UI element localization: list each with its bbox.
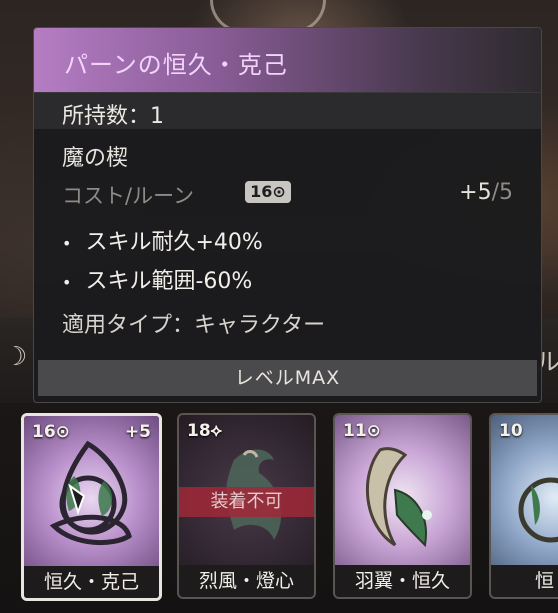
effect-item: • スキル範囲-60% — [62, 263, 252, 295]
card-name: 恒久・克己 — [24, 566, 159, 598]
cost-current: +5 — [459, 180, 492, 205]
rune-art: 16⊙ +5 — [24, 416, 159, 566]
effect-item: • スキル耐久+40% — [62, 224, 263, 256]
effect-text: スキル範囲-60% — [85, 269, 253, 294]
owned-count-row: 所持数：1 — [34, 92, 541, 129]
level-bar: レベルMAX — [38, 360, 537, 396]
card-cost: 11⊙ — [343, 421, 381, 441]
rune-card[interactable]: 10 恒 — [489, 413, 558, 599]
rune-art: 18⟡ 装着不可 — [179, 415, 314, 565]
cost-label: コスト/ルーン — [62, 184, 195, 208]
rune-card[interactable]: 11⊙ 羽翼・恒久 — [333, 413, 472, 599]
effect-text: スキル耐久+40% — [85, 230, 263, 255]
cost-badge: 16⊙ — [245, 181, 291, 203]
tooltip-header: パーンの恒久・克己 — [34, 28, 541, 92]
card-cost: 16⊙ — [32, 422, 70, 442]
card-enhance-level: +5 — [124, 422, 151, 442]
card-name: 恒 — [491, 565, 558, 597]
apply-type: 適用タイプ：キャラクター — [62, 313, 326, 338]
card-name: 烈風・燈心 — [179, 565, 314, 597]
rune-category: 魔の楔 — [62, 146, 129, 171]
cannot-equip-banner: 装着不可 — [179, 487, 314, 517]
owned-count: 所持数：1 — [62, 104, 164, 129]
rune-card[interactable]: 16⊙ +5 恒久・克己 — [21, 413, 162, 601]
bullet-icon: • — [62, 273, 72, 292]
cost-value: +5/5 — [459, 180, 513, 205]
card-name: 羽翼・恒久 — [335, 565, 470, 597]
moon-icon: ☽ — [4, 342, 28, 372]
rune-art: 10 — [491, 415, 558, 565]
rune-tooltip: パーンの恒久・克己 所持数：1 魔の楔 コスト/ルーン 16⊙ +5/5 • スキ… — [33, 27, 542, 403]
rune-art: 11⊙ — [335, 415, 470, 565]
bullet-icon: • — [62, 234, 72, 253]
rune-title: パーンの恒久・克己 — [64, 51, 288, 79]
cost-max: /5 — [491, 180, 513, 205]
card-cost: 10 — [499, 421, 523, 441]
card-cost: 18⟡ — [187, 421, 222, 441]
rune-card[interactable]: 18⟡ 装着不可 烈風・燈心 — [177, 413, 316, 599]
